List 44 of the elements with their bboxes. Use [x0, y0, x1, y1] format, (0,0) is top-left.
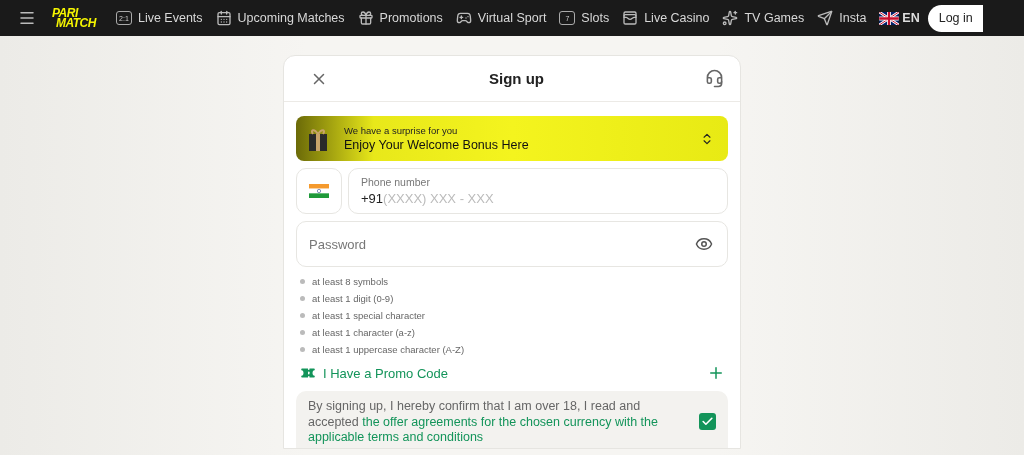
sparkle-icon	[722, 10, 739, 26]
bonus-subtitle: We have a surprise for you	[344, 125, 459, 136]
dialog-title: Sign up	[489, 70, 544, 87]
bonus-banner[interactable]: We have a surprise for you Enjoy Your Welcome Bonus Here	[296, 116, 728, 161]
field-label: Phone number	[361, 176, 431, 188]
language-label[interactable]: EN	[902, 11, 920, 25]
check-icon	[701, 414, 714, 428]
password-field[interactable]: Password	[296, 221, 728, 267]
nav-link[interactable]: Insta	[817, 10, 867, 26]
terms-checkbox[interactable]	[699, 412, 716, 430]
gamepad-icon	[455, 10, 472, 26]
gift-icon	[357, 10, 374, 26]
bullet-dot	[300, 347, 305, 352]
nav-link[interactable]: Live Casino	[622, 10, 710, 26]
terms-link[interactable]: applicable terms and conditions	[308, 430, 484, 444]
calendar-icon	[215, 10, 232, 26]
bonus-title: Enjoy Your Welcome Bonus Here	[344, 138, 530, 152]
nav-link[interactable]: Promotions	[357, 10, 443, 26]
nav-link[interactable]: TV Games	[722, 10, 805, 26]
password-rule: at least 1 uppercase character (A-Z)	[312, 344, 465, 355]
bullet-dot	[300, 330, 305, 335]
login-button[interactable]: Log in	[927, 4, 983, 32]
menu-icon[interactable]	[18, 9, 36, 27]
terms-text: By signing up, I hereby confirm that I am over 18, I read and accepted the offer agreements for the chosen currency with the applicable terms and conditions	[308, 399, 659, 446]
flag-icon	[309, 184, 329, 198]
phone-field[interactable]: Phone number +91(XXXX) XXX - XXX	[348, 168, 728, 214]
flag-icon	[879, 11, 900, 25]
plane-icon	[817, 10, 834, 26]
bullet-dot	[300, 279, 305, 284]
show-password-icon[interactable]	[695, 235, 713, 253]
support-icon[interactable]	[705, 69, 724, 88]
bullet-dot	[300, 313, 305, 318]
password-rule: at least 1 digit (0-9)	[312, 293, 394, 304]
bullet-dot	[300, 296, 305, 301]
password-rule: at least 8 symbols	[312, 276, 389, 287]
nav-link[interactable]: Virtual Sport	[455, 10, 547, 26]
terms-link[interactable]: the offer agreements for the chosen currency with the	[362, 414, 658, 429]
password-rule: at least 1 character (a-z)	[312, 327, 415, 338]
promo-code-toggle[interactable]: I Have a Promo Code	[296, 364, 728, 382]
nav-link[interactable]: Upcoming Matches	[215, 10, 345, 26]
plus-icon	[707, 364, 725, 382]
country-selector[interactable]	[296, 168, 342, 214]
logo[interactable]: PARI MATCH	[52, 8, 96, 28]
password-rule: at least 1 special character	[312, 310, 425, 321]
